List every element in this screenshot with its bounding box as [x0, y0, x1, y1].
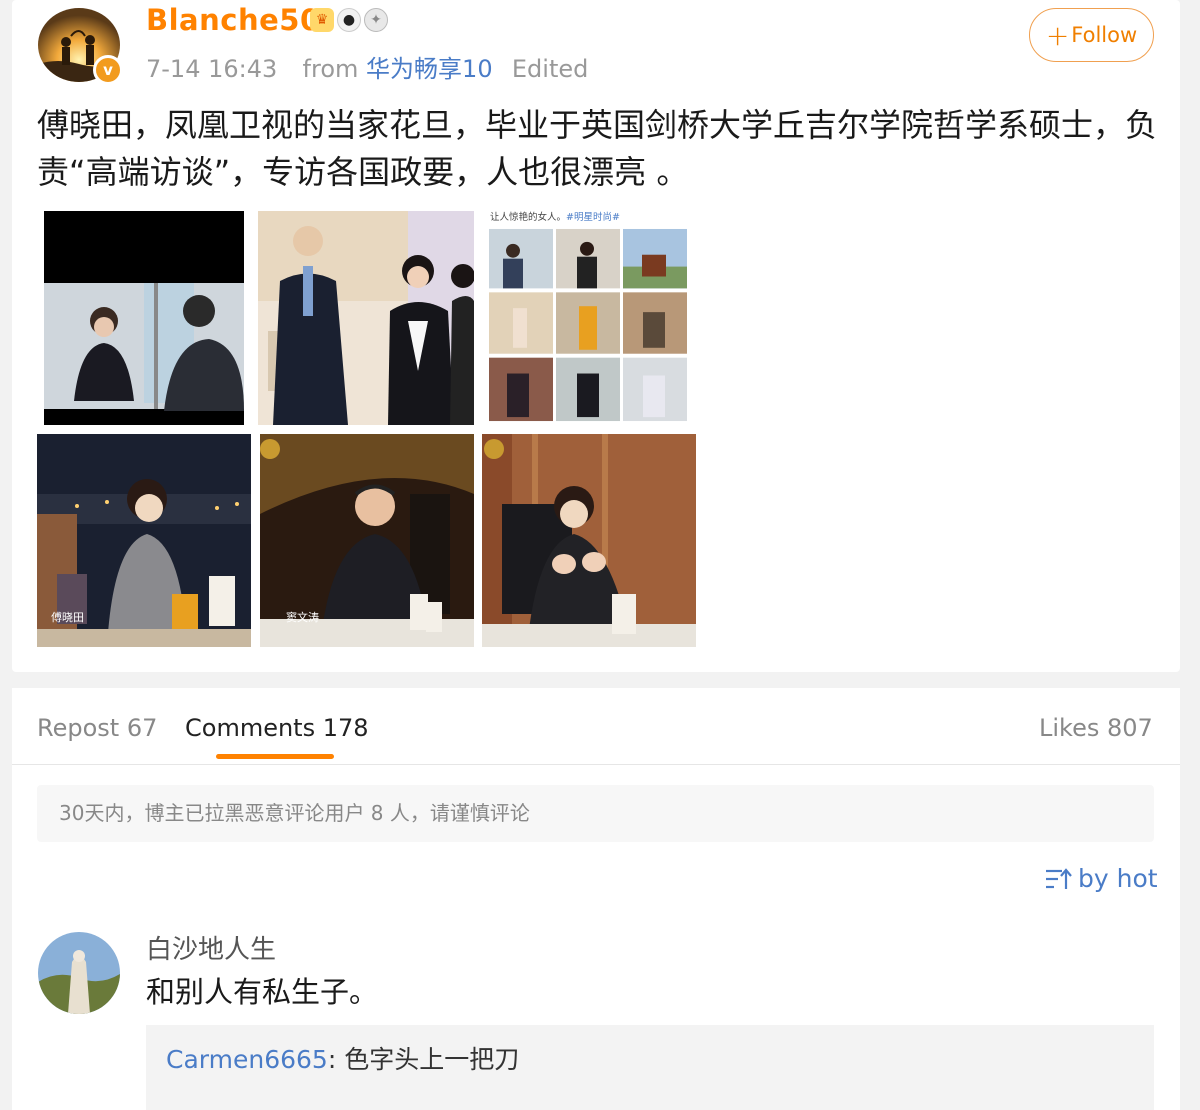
reply-colon: :	[327, 1045, 345, 1074]
post-photo-8[interactable]: 窦文涛	[260, 434, 474, 647]
post-username[interactable]: Blanche50	[146, 0, 321, 40]
collage-caption-text: 让人惊艳的女人。	[490, 212, 567, 223]
collage-caption: 让人惊艳的女人。#明星时尚#	[490, 211, 620, 224]
crown-badge-icon: ♛	[310, 8, 334, 32]
post-meta: 7-14 16:43 from 华为畅享10 Edited	[146, 52, 588, 86]
reply-text: 色字头上一把刀	[344, 1045, 520, 1074]
commenter-name[interactable]: 白沙地人生	[146, 932, 276, 968]
panda-badge-icon: ●	[337, 8, 361, 32]
reply-item: Carmen6665: 色字头上一把刀	[166, 1042, 519, 1078]
tabs-divider	[12, 764, 1180, 765]
comment-text: 和别人有私生子。	[146, 975, 379, 1009]
post-photo-9[interactable]	[482, 434, 696, 647]
edited-label[interactable]: Edited	[512, 55, 588, 83]
reply-username[interactable]: Carmen6665	[166, 1045, 328, 1074]
commenter-avatar[interactable]	[38, 932, 120, 1014]
plus-icon: +	[1045, 18, 1070, 52]
post-photo-2[interactable]	[258, 211, 474, 425]
tab-likes[interactable]: Likes 807	[1039, 710, 1153, 746]
sort-label: by hot	[1078, 864, 1158, 893]
post-photo-3-collage[interactable]: 让人惊艳的女人。#明星时尚#	[487, 211, 689, 425]
post-time: 7-14 16:43	[146, 55, 278, 83]
sort-toggle[interactable]: by hot	[1044, 862, 1158, 896]
tab-repost[interactable]: Repost 67	[37, 710, 157, 746]
sort-icon	[1046, 868, 1072, 889]
photo-8-caption: 窦文涛	[286, 611, 319, 624]
tab-comments[interactable]: Comments 178	[185, 710, 369, 746]
post-text: 傅晓田，凤凰卫视的当家花旦，毕业于英国剑桥大学丘吉尔学院哲学系硕士，负责“高端访…	[37, 106, 1158, 191]
follow-label: Follow	[1071, 23, 1138, 47]
post-source[interactable]: 华为畅享10	[366, 55, 493, 83]
user-badges: ♛ ● ✦	[310, 8, 388, 32]
medal-badge-icon: ✦	[364, 8, 388, 32]
collage-hashtag: #明星时尚#	[566, 212, 620, 223]
from-label: from	[302, 55, 359, 83]
active-tab-indicator	[216, 754, 334, 759]
post-photo-7[interactable]: 傅晓田	[37, 434, 251, 647]
blocklist-notice: 30天内，博主已拉黑恶意评论用户 8 人，请谨慎评论	[37, 785, 1154, 842]
follow-button[interactable]: + Follow	[1029, 8, 1154, 62]
photo-7-caption: 傅晓田	[51, 611, 84, 624]
verified-badge: v	[93, 55, 123, 85]
post-photo-1[interactable]	[44, 211, 244, 425]
